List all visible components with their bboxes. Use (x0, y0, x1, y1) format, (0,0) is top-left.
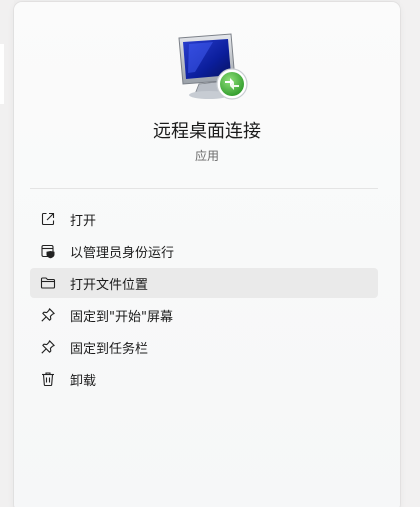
open-external-icon (41, 212, 55, 226)
divider (30, 188, 378, 189)
menu-item-label: 以管理员身份运行 (70, 245, 175, 261)
menu-item-label: 打开文件位置 (70, 277, 149, 293)
menu-item-pin-to-start[interactable]: 固定到"开始"屏幕 (30, 300, 378, 330)
pin-icon (41, 308, 55, 322)
background-right (400, 0, 420, 507)
menu-item-label: 固定到"开始"屏幕 (70, 309, 173, 325)
menu-item-pin-to-taskbar[interactable]: 固定到任务栏 (30, 332, 378, 362)
admin-shield-icon (41, 244, 55, 259)
app-context-panel: 远程桌面连接 应用 打开 以管理员身份运行 打开文件位置 固定到"开始"屏幕 固… (14, 2, 400, 507)
menu-item-label: 固定到任务栏 (70, 341, 149, 357)
background-window-edge (0, 44, 4, 104)
folder-icon (40, 277, 56, 289)
remote-desktop-app-icon (178, 33, 248, 100)
context-menu: 打开 以管理员身份运行 打开文件位置 固定到"开始"屏幕 固定到任务栏 卸载 (30, 204, 378, 396)
menu-item-open-file-location[interactable]: 打开文件位置 (30, 268, 378, 298)
menu-item-open[interactable]: 打开 (30, 204, 378, 234)
background-left (0, 0, 14, 507)
pin-icon (41, 340, 55, 354)
app-title: 远程桌面连接 (153, 121, 261, 142)
menu-item-label: 卸载 (70, 373, 97, 389)
menu-item-uninstall[interactable]: 卸载 (30, 364, 378, 394)
menu-item-run-as-admin[interactable]: 以管理员身份运行 (30, 236, 378, 266)
menu-item-label: 打开 (70, 213, 97, 229)
trash-icon (42, 372, 54, 387)
app-type-label: 应用 (194, 149, 219, 163)
